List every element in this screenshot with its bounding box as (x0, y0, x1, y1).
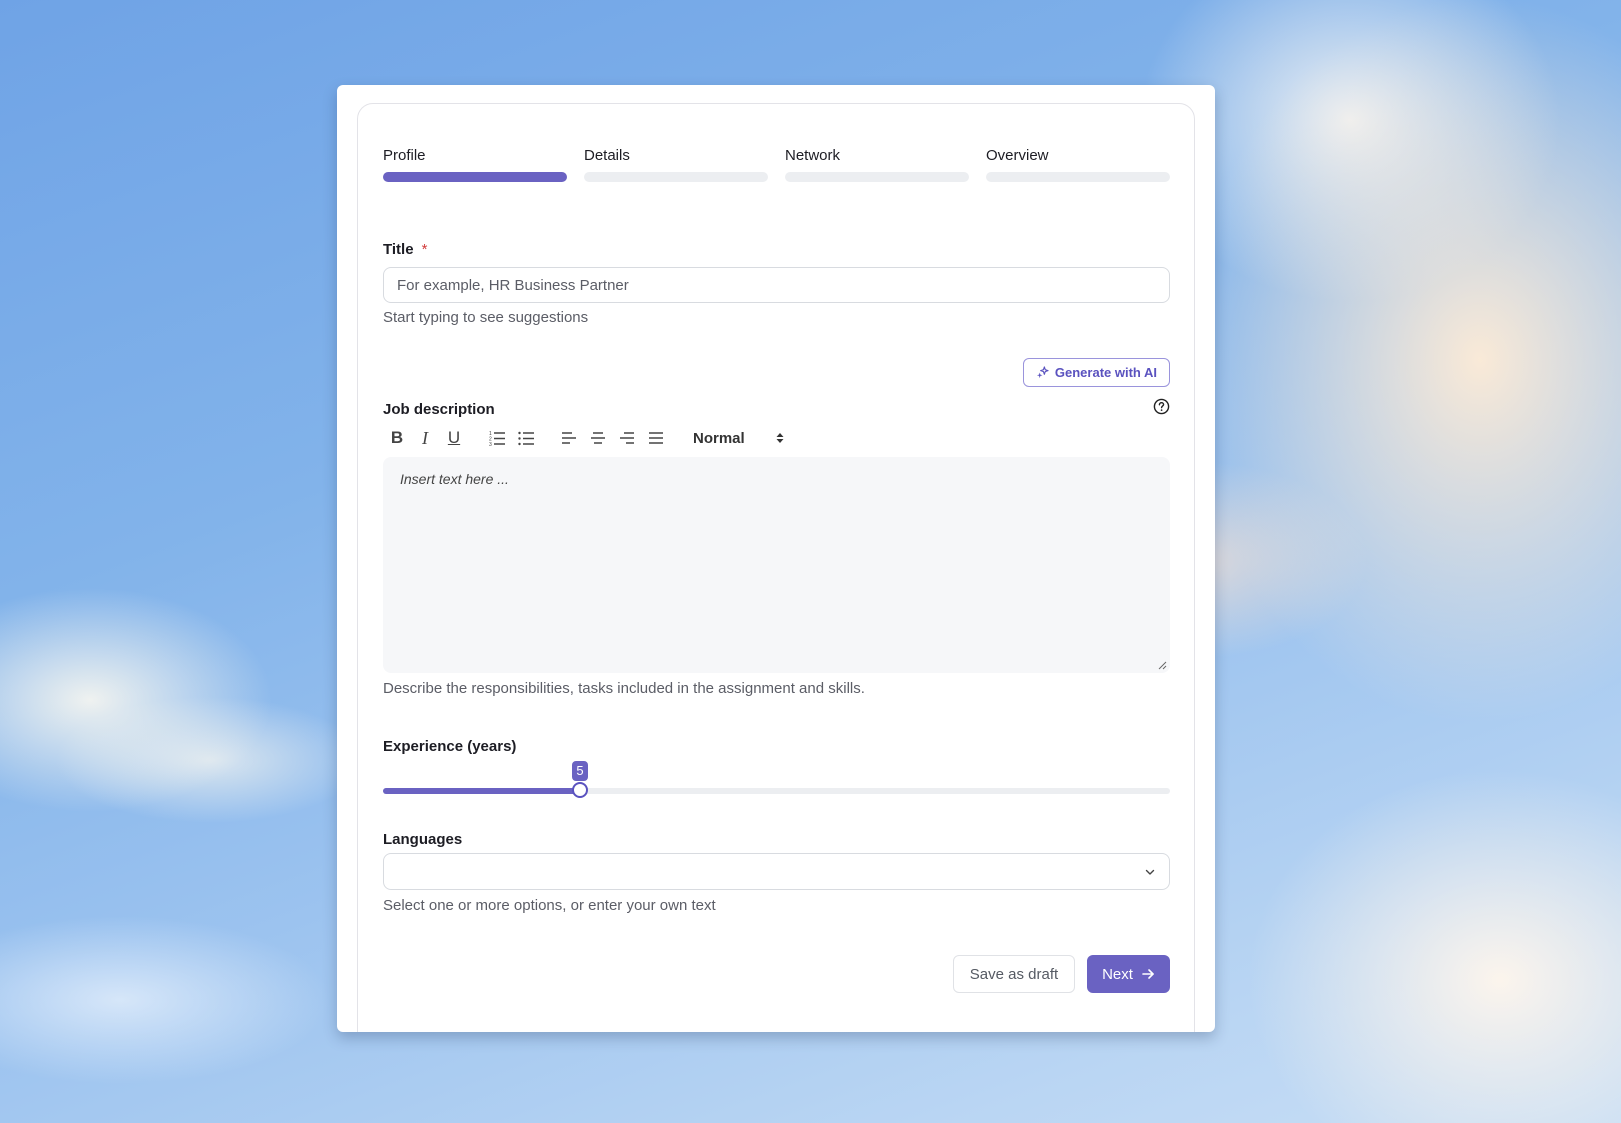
bold-button[interactable]: B (388, 424, 406, 452)
form-panel: Profile Details Network Overview Title *… (357, 103, 1195, 1032)
bullet-list-icon (517, 431, 534, 446)
align-right-button[interactable] (617, 424, 637, 452)
text-format-value: Normal (693, 429, 745, 447)
form-card: Profile Details Network Overview Title *… (337, 85, 1215, 1032)
editor-toolbar: B I U 1 2 3 Normal (383, 424, 1170, 452)
resize-grip-icon[interactable] (1157, 660, 1167, 670)
languages-select[interactable] (383, 853, 1170, 890)
align-justify-button[interactable] (646, 424, 666, 452)
title-label: Title * (383, 241, 427, 258)
arrow-right-icon (1142, 969, 1154, 979)
svg-text:3: 3 (489, 442, 492, 446)
ordered-list-button[interactable]: 1 2 3 (487, 424, 507, 452)
step-progress-bar (584, 172, 768, 182)
step-progress-bar (785, 172, 969, 182)
align-left-icon (562, 432, 576, 444)
title-hint: Start typing to see suggestions (383, 309, 589, 326)
step-label: Profile (383, 147, 426, 164)
italic-button[interactable]: I (416, 424, 434, 452)
chevron-down-icon (1145, 869, 1155, 875)
next-button[interactable]: Next (1087, 955, 1170, 993)
languages-hint: Select one or more options, or enter you… (383, 897, 716, 914)
step-label: Overview (986, 147, 1049, 164)
align-justify-icon (649, 432, 663, 444)
generate-with-ai-button[interactable]: Generate with AI (1022, 358, 1170, 387)
ordered-list-icon: 1 2 3 (489, 431, 505, 446)
align-right-icon (620, 432, 634, 444)
bullet-list-button[interactable] (516, 424, 536, 452)
step-overview[interactable]: Overview (986, 146, 1170, 182)
align-center-button[interactable] (588, 424, 608, 452)
step-progress-bar (986, 172, 1170, 182)
align-left-button[interactable] (559, 424, 579, 452)
underline-button[interactable]: U (445, 424, 463, 452)
job-description-hint: Describe the responsibilities, tasks inc… (383, 680, 865, 697)
job-description-label: Job description (383, 401, 495, 418)
step-profile[interactable]: Profile (383, 146, 567, 182)
save-as-draft-button[interactable]: Save as draft (953, 955, 1075, 993)
slider-thumb[interactable] (572, 782, 588, 798)
title-label-text: Title (383, 241, 414, 258)
step-network[interactable]: Network (785, 146, 969, 182)
next-button-label: Next (1102, 965, 1133, 983)
editor-placeholder: Insert text here ... (400, 471, 509, 487)
step-details[interactable]: Details (584, 146, 768, 182)
text-format-select[interactable]: Normal (693, 424, 785, 452)
sparkle-icon (1036, 366, 1049, 379)
align-center-icon (591, 432, 605, 444)
languages-label: Languages (383, 831, 463, 848)
step-progress-bar (383, 172, 567, 182)
experience-slider[interactable]: 5 (383, 761, 1170, 807)
required-mark: * (421, 241, 428, 258)
experience-label: Experience (years) (383, 738, 517, 755)
help-circle-icon[interactable] (1153, 398, 1170, 415)
step-label: Details (584, 147, 630, 164)
job-description-editor[interactable]: Insert text here ... (383, 457, 1170, 673)
sort-arrows-icon (776, 433, 784, 443)
slider-value-badge: 5 (572, 761, 588, 781)
title-input[interactable] (383, 267, 1170, 303)
slider-fill (383, 788, 580, 794)
stepper: Profile Details Network Overview (383, 146, 1170, 182)
generate-with-ai-label: Generate with AI (1054, 365, 1157, 380)
step-label: Network (785, 147, 841, 164)
